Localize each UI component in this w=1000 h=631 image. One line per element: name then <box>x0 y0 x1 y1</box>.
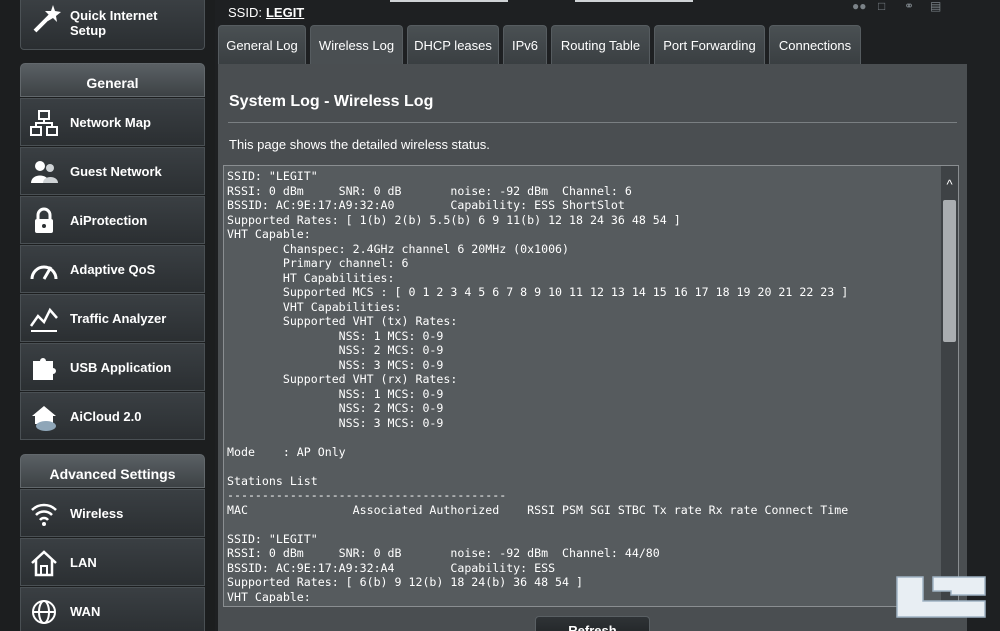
tab-connections[interactable]: Connections <box>769 25 861 64</box>
sidebar-item-network-map[interactable]: Network Map <box>20 98 205 146</box>
ssid-indicator: SSID: LEGIT <box>228 5 304 20</box>
header-divider <box>575 0 693 2</box>
log-line: VHT Capable: <box>227 227 311 241</box>
log-line: MAC Associated Authorized RSSI PSM SGI S… <box>227 502 849 517</box>
log-line: VHT Capable: <box>227 589 311 604</box>
log-line: Chanspec: 2.4GHz channel 6 20MHz (0x1006… <box>227 241 570 256</box>
tab-wireless-log[interactable]: Wireless Log <box>310 25 403 65</box>
legit-reviews-logo <box>896 576 986 618</box>
refresh-button[interactable]: Refresh <box>535 616 650 631</box>
sidebar-item-guest-network[interactable]: Guest Network <box>20 147 205 195</box>
header-divider <box>390 0 508 2</box>
ssid-link[interactable]: LEGIT <box>266 5 304 20</box>
sidebar-item-label: USB Application <box>70 360 172 375</box>
settings-icon[interactable]: ▤ <box>930 0 948 14</box>
log-line: HT Capabilities: <box>227 270 395 285</box>
log-line: Primary channel: 6 <box>227 256 409 270</box>
log-line: Stations List <box>227 473 318 488</box>
wireless-log-textarea[interactable]: SSID: "LEGIT" RSSI: 0 dBm SNR: 0 dB noise… <box>223 165 959 607</box>
puzzle-icon <box>33 358 56 380</box>
log-line: RSSI: 0 dBm SNR: 0 dB noise: -92 dBm Cha… <box>227 183 632 198</box>
log-line: NSS: 3 MCS: 0-9 <box>227 357 444 372</box>
log-line: Mode : AP Only <box>227 444 346 459</box>
content-panel: System Log - Wireless Log This page show… <box>218 64 967 631</box>
copy-icon[interactable]: □ <box>878 0 896 14</box>
tab-ipv6[interactable]: IPv6 <box>503 25 547 64</box>
clients-icon[interactable]: ●● <box>852 0 870 14</box>
lock-icon <box>35 207 53 233</box>
ssid-label: SSID: <box>228 5 262 20</box>
log-line: Supported VHT (tx) Rates: <box>227 314 458 328</box>
sidebar-item-aicloud[interactable]: AiCloud 2.0 <box>20 392 205 440</box>
sidebar-item-label: WAN <box>70 604 101 619</box>
usb-icon[interactable]: ⚭ <box>904 0 922 14</box>
log-line: VHT Capabilities: <box>227 299 402 314</box>
log-line: NSS: 2 MCS: 0-9 <box>227 343 444 357</box>
sidebar-item-label: Wireless <box>70 506 124 521</box>
log-line: Supported Rates: [ 6(b) 9 12(b) 18 24(b)… <box>227 575 583 589</box>
quick-internet-setup-label: Quick Internet Setup <box>70 8 158 38</box>
tab-general-log[interactable]: General Log <box>218 25 306 64</box>
page-title: System Log - Wireless Log <box>229 93 434 110</box>
sidebar-item-usb-application[interactable]: USB Application <box>20 343 205 391</box>
log-line: BSSID: AC:9E:17:A9:32:A4 Capability: ESS <box>227 560 556 575</box>
log-line: NSS: 3 MCS: 0-9 <box>227 415 444 430</box>
log-line: Supported MCS : [ 0 1 2 3 4 5 6 7 8 9 10… <box>227 285 849 299</box>
quick-internet-setup-button[interactable]: Quick Internet Setup <box>20 0 205 50</box>
log-line: NSS: 2 MCS: 0-9 <box>227 401 444 415</box>
sidebar-item-lan[interactable]: LAN <box>20 538 205 586</box>
tab-port-forwarding[interactable]: Port Forwarding <box>654 25 765 64</box>
sidebar-item-label: Adaptive QoS <box>70 262 156 277</box>
log-line: RSSI: 0 dBm SNR: 0 dB noise: -92 dBm Cha… <box>227 546 660 560</box>
wifi-icon <box>31 503 57 526</box>
sidebar-item-label: Network Map <box>70 115 151 130</box>
globe-icon <box>32 600 56 624</box>
sidebar-item-label: AiProtection <box>70 213 148 228</box>
network-map-icon <box>30 110 58 136</box>
log-line: NSS: 1 MCS: 0-9 <box>227 328 444 343</box>
sidebar-item-label: AiCloud 2.0 <box>70 409 142 424</box>
guest-network-icon <box>31 161 58 183</box>
tab-dhcp-leases[interactable]: DHCP leases <box>407 25 499 64</box>
status-icons: ●● □ ⚭ ▤ <box>852 0 948 14</box>
sidebar-item-label: Guest Network <box>70 164 162 179</box>
sidebar-item-wireless[interactable]: Wireless <box>20 489 205 537</box>
sidebar-item-label: Traffic Analyzer <box>70 311 167 326</box>
log-line: NSS: 1 MCS: 0-9 <box>227 386 444 401</box>
sidebar-item-wan[interactable]: WAN <box>20 587 205 631</box>
gauge-icon <box>30 265 58 280</box>
scroll-up-icon[interactable]: ^ <box>941 178 958 192</box>
scroll-thumb[interactable] <box>943 200 956 342</box>
log-line: Supported VHT (rx) Rates: <box>227 372 458 386</box>
magic-wand-icon <box>33 5 61 33</box>
log-line: ---------------------------------------- <box>227 488 507 502</box>
sidebar-item-adaptive-qos[interactable]: Adaptive QoS <box>20 245 205 293</box>
general-section-header: General <box>20 63 205 97</box>
sidebar-item-label: LAN <box>70 555 97 570</box>
title-divider <box>228 122 957 123</box>
log-scrollbar[interactable]: ^ <box>941 166 958 606</box>
cloud-icon <box>32 406 56 431</box>
log-line: BSSID: AC:9E:17:A9:32:A0 Capability: ESS… <box>227 198 625 212</box>
log-line: SSID: "LEGIT" <box>227 169 318 183</box>
sidebar-item-aiprotection[interactable]: AiProtection <box>20 196 205 244</box>
router-admin-page: Quick Internet Setup General Network Map… <box>0 0 1000 631</box>
log-content: SSID: "LEGIT" RSSI: 0 dBm SNR: 0 dB noise… <box>227 169 939 603</box>
log-line: SSID: "LEGIT" <box>227 531 318 546</box>
sidebar-item-traffic-analyzer[interactable]: Traffic Analyzer <box>20 294 205 342</box>
home-icon <box>31 550 57 577</box>
chart-icon <box>29 307 58 332</box>
sidebar: Quick Internet Setup General Network Map… <box>0 0 215 631</box>
log-line: Supported Rates: [ 1(b) 2(b) 5.5(b) 6 9 … <box>227 212 681 227</box>
advanced-settings-header: Advanced Settings <box>20 454 205 488</box>
page-description: This page shows the detailed wireless st… <box>229 137 490 152</box>
tab-routing-table[interactable]: Routing Table <box>551 25 650 64</box>
